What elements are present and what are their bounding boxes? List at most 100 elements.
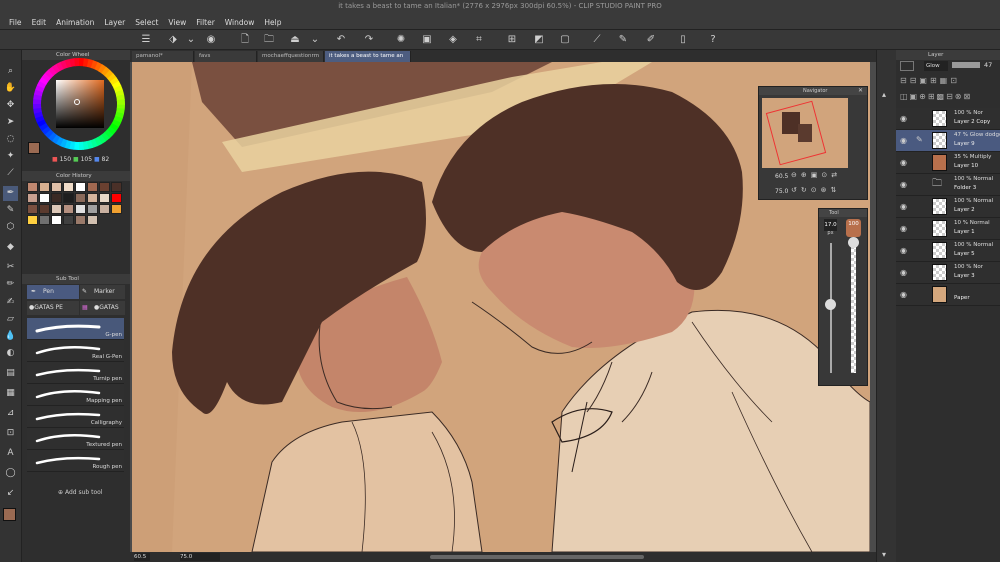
clear-icon[interactable]: ▣ [420,33,434,47]
decoration-icon[interactable]: ✂ [3,260,18,275]
palette-swatch[interactable] [87,182,98,192]
fill-tool-icon[interactable]: ◐ [3,346,18,361]
wand-icon[interactable]: ✦ [3,149,18,164]
subtool-tab-gatas-pe[interactable]: ●GATAS PE [27,301,79,315]
layer-item[interactable]: ◉ 🗀 100 % Normal Folder 3 [896,174,1000,196]
brush-item[interactable]: Turnip pen [27,362,124,384]
palette-swatch[interactable] [87,193,98,203]
scroll-down-icon[interactable]: ▾ [882,550,886,559]
new-file-icon[interactable]: 🗋 [238,33,252,47]
grid-icon[interactable]: ⊞ [505,33,519,47]
layer-action-icons[interactable]: ◫▣⊕⊞▩⊟⊗⊠ [900,92,972,101]
layer-item[interactable]: ◉ 100 % Normal Layer 5 [896,240,1000,262]
add-sub-tool-button[interactable]: ⊕ Add sub tool [58,489,102,496]
menu-item-edit[interactable]: Edit [27,15,52,31]
layer-item[interactable]: ◉ Paper [896,284,1000,306]
scroll-up-icon[interactable]: ▴ [882,90,886,99]
brush-tool-icon[interactable]: ⬡ [3,220,18,235]
pen-tool-icon[interactable]: ✒ [3,186,18,201]
blur-icon[interactable]: 💧 [3,329,18,344]
palette-swatch[interactable] [27,193,38,203]
menu-item-layer[interactable]: Layer [99,15,130,31]
menu-icon[interactable]: ☰ [139,33,153,47]
chevron-down-icon[interactable]: ⌄ [308,33,322,47]
palette-swatch[interactable] [27,215,38,225]
layer-opacity-slider[interactable] [952,62,980,68]
layer-item[interactable]: ◉ ✎ 47 % Glow dodge Layer 9 [896,130,1000,152]
palette-swatch[interactable] [51,204,62,214]
main-color-swatch[interactable] [3,508,16,521]
redo-icon[interactable]: ↷ [362,33,376,47]
chevron-down-icon[interactable]: ⌄ [184,33,198,47]
eye-icon[interactable]: ◉ [900,114,907,123]
blend-mode-select[interactable]: Glow [924,61,948,71]
color-wheel[interactable] [28,58,130,168]
undo-icon[interactable]: ↶ [334,33,348,47]
sub-brush-icon[interactable]: ✍ [3,295,18,310]
brush-item[interactable]: Textured pen [27,428,124,450]
eye-icon[interactable]: ◉ [900,136,907,145]
brush-item[interactable]: Calligraphy [27,406,124,428]
menu-item-animation[interactable]: Animation [51,15,99,31]
size-slider-handle[interactable] [825,299,836,310]
menu-item-help[interactable]: Help [259,15,286,31]
palette-swatch[interactable] [51,193,62,203]
select-icon[interactable]: ▢ [558,33,572,47]
palette-swatch[interactable] [75,204,86,214]
eye-icon[interactable]: ◉ [900,290,907,299]
palette-swatch[interactable] [63,204,74,214]
palette-swatch[interactable] [87,215,98,225]
object-icon[interactable]: ➤ [3,115,18,130]
document-tab[interactable]: pamanol* [132,51,194,62]
pen-icon[interactable]: ✐ [644,33,658,47]
palette-swatch[interactable] [87,204,98,214]
menu-item-select[interactable]: Select [130,15,163,31]
brush-item[interactable]: G-pen [27,318,124,340]
balloon-icon[interactable]: ◯ [3,466,18,481]
layer-item[interactable]: ◉ 100 % Nor Layer 3 [896,262,1000,284]
palette-swatch[interactable] [63,193,74,203]
brush-item[interactable]: Mapping pen [27,384,124,406]
palette-swatch[interactable] [39,204,50,214]
horizontal-scrollbar[interactable] [430,555,644,559]
brush-icon[interactable]: ✎ [616,33,630,47]
palette-swatch[interactable] [39,182,50,192]
eye-icon[interactable]: ◉ [900,180,907,189]
zoom-controls[interactable]: ⊖⊕▣⊙⇄ [791,171,841,179]
gradient-icon[interactable]: ▤ [3,366,18,381]
palette-swatch[interactable] [39,215,50,225]
menu-item-window[interactable]: Window [220,15,260,31]
opacity-slider-handle[interactable] [848,237,859,248]
help-icon[interactable]: ? [706,33,720,47]
zoom-icon[interactable]: ⌕ [3,64,18,79]
layer-toggle-icons[interactable]: ⊟⊟▣⊞▦⊡ [900,76,960,85]
layer-item[interactable]: ◉ 35 % Multiply Layer 10 [896,152,1000,174]
transform-icon[interactable]: ⬗ [166,33,180,47]
palette-swatch[interactable] [39,193,50,203]
status-angle[interactable]: 75.0 [180,553,220,561]
palette-swatch[interactable] [27,182,38,192]
brush-item[interactable]: Rough pen [27,450,124,472]
hand-icon[interactable]: ✋ [3,81,18,96]
eye-icon[interactable]: ◉ [900,224,907,233]
airbrush-icon[interactable]: ◆ [3,240,18,255]
close-icon[interactable]: ✕ [858,87,863,94]
open-folder-icon[interactable]: 🗀 [262,33,276,47]
subtool-tab-marker[interactable]: ✎ Marker [80,285,125,299]
correct-line-icon[interactable]: ↙ [3,486,18,501]
palette-swatch[interactable] [63,182,74,192]
eye-icon[interactable]: ◉ [900,246,907,255]
layer-item[interactable]: ◉ 10 % Normal Layer 1 [896,218,1000,240]
palette-swatch[interactable] [99,182,110,192]
pencil-icon[interactable]: ✎ [3,203,18,218]
palette-swatch[interactable] [75,182,86,192]
eye-icon[interactable]: ◉ [900,202,907,211]
opacity-slider-track[interactable] [851,243,856,373]
tablet-icon[interactable]: ▯ [676,33,690,47]
palette-swatch[interactable] [75,193,86,203]
brush-item[interactable]: Real G-Pen [27,340,124,362]
layer-item[interactable]: ◉ 100 % Normal Layer 2 [896,196,1000,218]
eye-icon[interactable]: ◉ [900,268,907,277]
text-icon[interactable]: A [3,446,18,461]
menu-item-file[interactable]: File [4,15,27,31]
